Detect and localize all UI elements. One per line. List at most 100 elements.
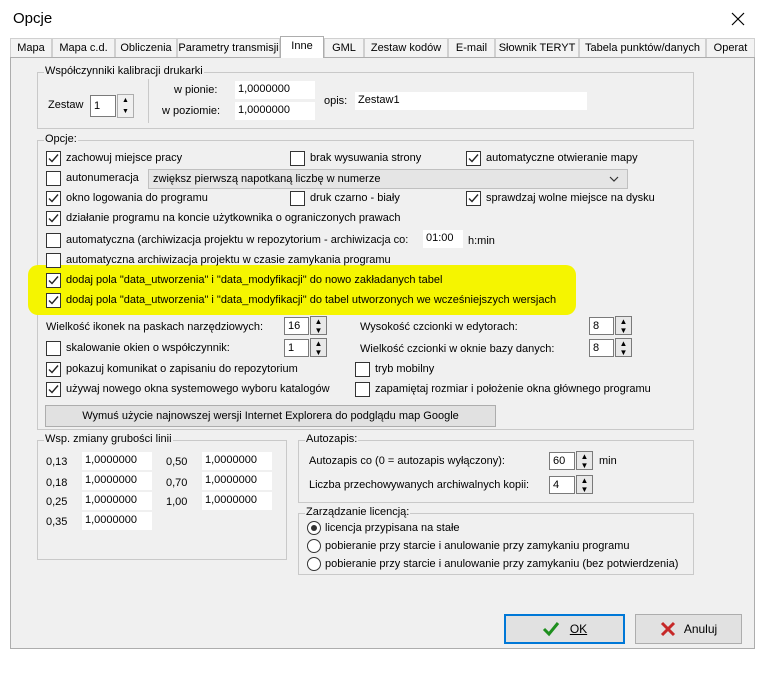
checkbox-druk-czarno-bialy[interactable] [290,191,305,206]
tab-mapa[interactable]: Mapa [10,38,52,58]
label-data-nowe-tabele: dodaj pola "data_utworzenia" i "data_mod… [66,274,443,286]
label-pobieranie: pobieranie przy starcie i anulowanie prz… [325,540,630,552]
checkbox-zachowuj-miejsce[interactable] [46,151,61,166]
window-title: Opcje [13,10,53,27]
close-button[interactable] [720,4,756,34]
pion-input[interactable]: 1,0000000 [235,81,315,99]
autosave-copies-spinner[interactable]: ▲ ▼ [576,475,593,494]
label-zachowuj-miejsce: zachowuj miejsce pracy [66,152,183,164]
label-data-stare-tabele: dodaj pola "data_utworzenia" i "data_mod… [66,294,557,306]
tab-tabela-punktow[interactable]: Tabela punktów/danych [579,38,706,58]
autosave-every-label: Autozapis co (0 = autozapis wyłączony): [309,455,505,467]
tab-parametry-transmisji[interactable]: Parametry transmisji [177,38,280,58]
checkbox-skalowanie[interactable] [46,341,61,356]
check-icon [48,385,59,394]
label-auto-archiwizacja: automatyczna (archiwizacja projektu w re… [66,234,409,246]
tab-operat[interactable]: Operat [706,38,755,58]
checkbox-data-stare-tabele[interactable] [46,293,61,308]
opis-input[interactable]: Zestaw1 [355,92,587,110]
checkbox-komunikat-repo[interactable] [46,362,61,377]
label-tryb-mobilny: tryb mobilny [375,363,435,375]
checkbox-wolne-miejsce[interactable] [466,191,481,206]
poziom-label: w poziomie: [162,105,221,117]
line-key-013: 0,13 [46,456,68,468]
autonumeracja-dropdown[interactable]: zwiększ pierwszą napotkaną liczbę w nume… [148,169,628,189]
label-auto-otwieranie: automatyczne otwieranie mapy [486,152,638,164]
label-archiwizacja-zamykanie: automatyczna archiwizacja projektu w cza… [66,254,391,266]
tab-inne[interactable]: Inne [280,36,324,58]
label-pobieranie-bez-potwierdzenia: pobieranie przy starcie i anulowanie prz… [325,558,679,570]
checkbox-okno-logowania[interactable] [46,191,61,206]
editor-font-spinner[interactable]: ▲ ▼ [615,316,632,335]
radio-pobieranie[interactable] [307,539,321,553]
ok-label: OK [569,622,588,636]
label-wolne-miejsce: sprawdzaj wolne miejsce na dysku [486,192,655,204]
highlight-marker [28,265,576,315]
line-value-050[interactable]: 1,0000000 [202,452,272,470]
zestaw-spinner[interactable]: ▲ ▼ [117,94,134,118]
chevron-down-icon [609,176,619,182]
checkbox-archiwizacja-zamykanie[interactable] [46,253,61,268]
tab-email[interactable]: E-mail [448,38,495,58]
tab-panel-inne: Współczynniki kalibracji drukarki Zestaw… [10,57,755,649]
line-thickness-group: Wsp. zmiany grubości linii 0,13 1,000000… [37,433,287,560]
line-key-100: 1,00 [166,496,188,508]
label-komunikat-repo: pokazuj komunikat o zapisaniu do repozyt… [66,363,298,375]
check-icon [48,194,59,203]
checkbox-autonumeracja[interactable] [46,171,61,186]
poziom-input[interactable]: 1,0000000 [235,102,315,120]
tab-zestaw-kodow[interactable]: Zestaw kodów [364,38,448,58]
line-thickness-group-label: Wsp. zmiany grubości linii [44,433,173,445]
label-autonumeracja: autonumeracja [66,172,139,184]
cancel-button[interactable]: Anuluj [635,614,742,644]
checkbox-auto-otwieranie[interactable] [466,151,481,166]
archiwizacja-time-input[interactable]: 01:00 [423,230,463,248]
icon-size-spinner[interactable]: ▲ ▼ [310,316,327,335]
line-value-025[interactable]: 1,0000000 [82,492,152,510]
spin-up-icon[interactable]: ▲ [118,95,133,106]
line-key-018: 0,18 [46,477,68,489]
calib-divider [148,79,149,123]
autosave-every-input[interactable]: 60 [549,452,575,470]
ie-button[interactable]: Wymuś użycie najnowszej wersji Internet … [45,405,496,427]
line-value-035[interactable]: 1,0000000 [82,512,152,530]
line-value-070[interactable]: 1,0000000 [202,472,272,490]
license-group: Zarządzanie licencją: licencja przypisan… [298,506,694,575]
title-bar: Opcje [0,0,770,38]
pion-label: w pionie: [174,84,218,96]
scale-input[interactable]: 1 [284,339,309,357]
autosave-every-spinner[interactable]: ▲ ▼ [576,451,593,470]
line-value-100[interactable]: 1,0000000 [202,492,272,510]
archiwizacja-unit: h:min [468,235,495,247]
calibration-group: Współczynniki kalibracji drukarki Zestaw… [37,65,694,129]
label-okno-logowania: okno logowania do programu [66,192,208,204]
autosave-copies-input[interactable]: 4 [549,476,575,494]
check-icon [542,622,559,637]
ok-button[interactable]: OK [504,614,625,644]
zestaw-input[interactable]: 1 [90,95,116,117]
checkbox-ograniczone-prawa[interactable] [46,211,61,226]
spin-down-icon[interactable]: ▼ [118,106,133,117]
line-value-013[interactable]: 1,0000000 [82,452,152,470]
tab-obliczenia[interactable]: Obliczenia [115,38,177,58]
icon-size-input[interactable]: 16 [284,317,309,335]
tab-gml[interactable]: GML [324,38,364,58]
checkbox-zapamietaj-okno[interactable] [355,382,370,397]
scale-spinner[interactable]: ▲ ▼ [310,338,327,357]
db-font-spinner[interactable]: ▲ ▼ [615,338,632,357]
options-group-label: Opcje: [44,133,78,145]
checkbox-brak-wysuwania[interactable] [290,151,305,166]
checkbox-tryb-mobilny[interactable] [355,362,370,377]
tab-slownik-teryt[interactable]: Słownik TERYT [495,38,579,58]
checkbox-okno-katalogow[interactable] [46,382,61,397]
checkbox-auto-archiwizacja[interactable] [46,233,61,248]
db-font-label: Wielkość czcionki w oknie bazy danych: [360,343,555,355]
db-font-input[interactable]: 8 [589,339,614,357]
tab-mapa-cd[interactable]: Mapa c.d. [52,38,115,58]
editor-font-input[interactable]: 8 [589,317,614,335]
radio-licencja-stala[interactable] [307,521,321,535]
line-value-018[interactable]: 1,0000000 [82,472,152,490]
radio-pobieranie-bez-potwierdzenia[interactable] [307,557,321,571]
checkbox-data-nowe-tabele[interactable] [46,273,61,288]
editor-font-label: Wysokość czcionki w edytorach: [360,321,518,333]
